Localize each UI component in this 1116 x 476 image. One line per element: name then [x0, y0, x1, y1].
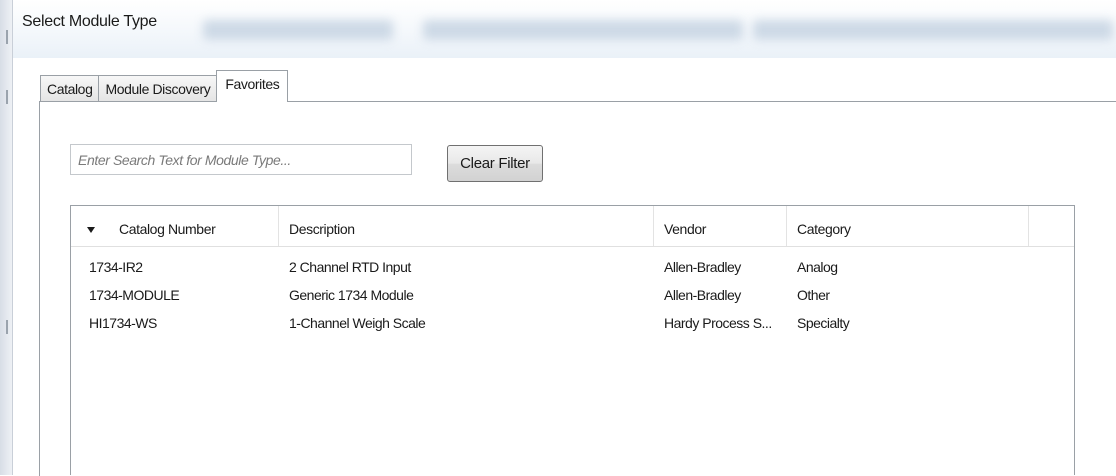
sort-descending-icon[interactable]	[87, 227, 95, 233]
cell-catalog-number: 1734-MODULE	[89, 287, 180, 303]
column-header-filler	[1029, 206, 1074, 246]
window-left-edge	[0, 0, 13, 475]
title-bar[interactable]: Select Module Type	[13, 0, 1116, 58]
cell-vendor: Allen-Bradley	[664, 259, 741, 275]
clear-filter-button[interactable]: Clear Filter	[447, 145, 543, 182]
tab-favorites[interactable]: Favorites	[216, 70, 289, 102]
table-header: Catalog Number Description Vendor Catego…	[71, 206, 1074, 247]
column-header-label: Vendor	[664, 221, 706, 237]
title-bar-blur	[203, 20, 393, 40]
column-header-label: Description	[289, 221, 355, 237]
column-header-description[interactable]: Description	[279, 206, 654, 246]
cell-category: Other	[797, 287, 830, 303]
column-header-vendor[interactable]: Vendor	[654, 206, 787, 246]
table-row[interactable]: 1734-IR2 2 Channel RTD Input Allen-Bradl…	[71, 253, 1074, 281]
cell-catalog-number: 1734-IR2	[89, 259, 143, 275]
cell-vendor: Hardy Process S...	[664, 315, 772, 331]
cell-description: 1-Channel Weigh Scale	[289, 315, 426, 331]
edge-marker	[6, 30, 8, 44]
column-header-category[interactable]: Category	[787, 206, 1029, 246]
table-row[interactable]: 1734-MODULE Generic 1734 Module Allen-Br…	[71, 281, 1074, 309]
tab-module-discovery[interactable]: Module Discovery	[98, 75, 218, 102]
column-header-label: Category	[797, 221, 851, 237]
edge-marker	[6, 90, 8, 104]
tab-strip: Catalog Module Discovery Favorites	[40, 70, 289, 102]
column-header-label: Catalog Number	[119, 221, 216, 237]
cell-vendor: Allen-Bradley	[664, 287, 741, 303]
title-bar-blur	[423, 20, 743, 40]
title-bar-blur	[753, 20, 1113, 40]
tab-catalog[interactable]: Catalog	[40, 75, 100, 102]
cell-description: Generic 1734 Module	[289, 287, 414, 303]
cell-catalog-number: HI1734-WS	[89, 315, 157, 331]
search-input[interactable]	[70, 144, 412, 175]
edge-marker	[6, 320, 8, 334]
cell-description: 2 Channel RTD Input	[289, 259, 411, 275]
table-row[interactable]: HI1734-WS 1-Channel Weigh Scale Hardy Pr…	[71, 309, 1074, 337]
window-title: Select Module Type	[22, 13, 157, 30]
cell-category: Analog	[797, 259, 838, 275]
column-header-catalog-number[interactable]: Catalog Number	[71, 206, 279, 246]
cell-category: Specialty	[797, 315, 850, 331]
module-table: Catalog Number Description Vendor Catego…	[70, 205, 1075, 475]
select-module-type-dialog: Select Module Type Catalog Module Discov…	[0, 0, 1116, 476]
